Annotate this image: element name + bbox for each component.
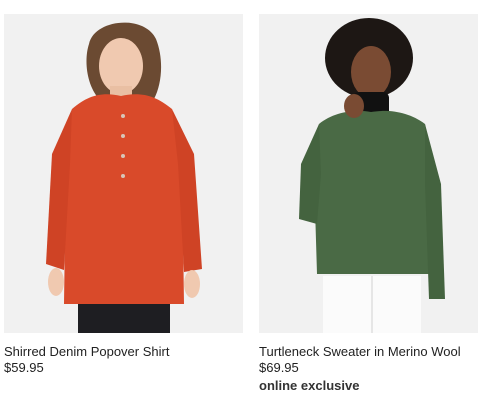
product-price: $69.95 — [259, 360, 299, 375]
product-price: $59.95 — [4, 360, 44, 375]
product-grid: Shirred Denim Popover Shirt $59.95 Turtl… — [0, 0, 479, 404]
product-image[interactable] — [4, 14, 243, 333]
product-image[interactable] — [259, 14, 478, 333]
product-card[interactable]: Turtleneck Sweater in Merino Wool $69.95… — [259, 14, 478, 395]
online-exclusive-badge: online exclusive — [259, 378, 360, 393]
product-photo-icon — [4, 14, 243, 333]
product-name[interactable]: Turtleneck Sweater in Merino Wool — [259, 344, 478, 360]
product-photo-icon — [259, 14, 478, 333]
product-card[interactable]: Shirred Denim Popover Shirt $59.95 — [4, 14, 243, 376]
product-name[interactable]: Shirred Denim Popover Shirt — [4, 344, 243, 360]
